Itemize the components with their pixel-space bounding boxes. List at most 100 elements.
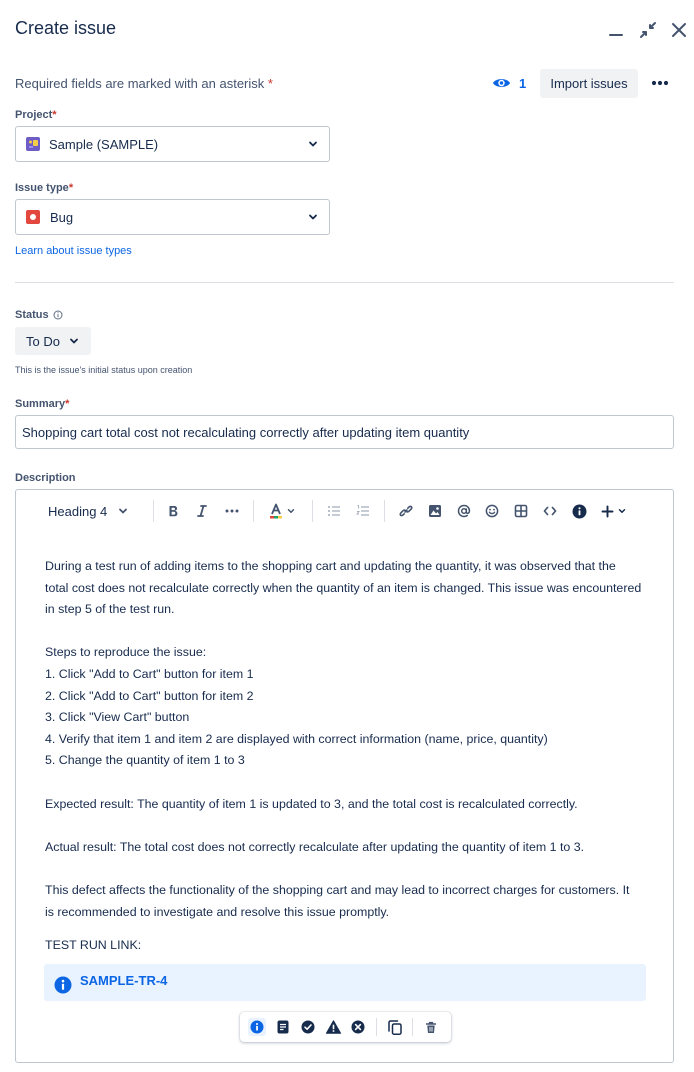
required-asterisk: * (65, 398, 70, 410)
note-icon (277, 1020, 289, 1034)
description-body[interactable]: During a test run of adding items to the… (45, 556, 657, 957)
emoji-icon (485, 504, 499, 518)
more-icon (651, 80, 669, 86)
required-asterisk: * (267, 76, 273, 91)
panel-info-button[interactable] (248, 1018, 266, 1036)
mention-button[interactable] (454, 501, 474, 521)
info-panel[interactable]: SAMPLE-TR-4 (44, 964, 646, 1001)
italic-button[interactable] (192, 501, 212, 521)
panel-note-button[interactable] (274, 1018, 292, 1036)
description-line: During a test run of adding items to the… (45, 559, 616, 573)
close-button[interactable] (668, 19, 690, 41)
panel-success-button[interactable] (299, 1018, 317, 1036)
toolbar-separator (253, 500, 254, 522)
bullet-list-icon (328, 506, 340, 516)
chevron-down-icon (309, 141, 317, 147)
info-panel-button[interactable] (569, 501, 589, 521)
issue-type-value: Bug (50, 209, 74, 225)
text-style-value: Heading 4 (48, 503, 108, 519)
editor-toolbar: Heading 4 (16, 490, 673, 532)
toolbar-separator (412, 1018, 413, 1036)
trash-icon (426, 1021, 436, 1033)
text-style-dropdown[interactable]: Heading 4 (48, 501, 134, 521)
description-line: 4. Verify that item 1 and item 2 are dis… (45, 731, 548, 746)
description-label: Description (15, 472, 76, 484)
bold-button[interactable] (163, 501, 183, 521)
chevron-down-icon (309, 214, 317, 220)
more-actions-button[interactable] (648, 72, 672, 94)
chevron-down-icon (287, 509, 294, 513)
image-icon (429, 505, 441, 517)
info-icon (250, 1020, 264, 1034)
minimize-button[interactable] (605, 20, 627, 42)
more-formatting-button[interactable] (221, 501, 243, 521)
numbered-list-icon (356, 505, 369, 516)
numbered-list-button[interactable] (353, 501, 373, 521)
chevron-down-icon (618, 509, 626, 513)
emoji-button[interactable] (482, 501, 502, 521)
link-button[interactable] (396, 501, 416, 521)
text-color-icon (269, 503, 282, 519)
issue-type-select[interactable]: Bug (15, 199, 330, 235)
text-color-button[interactable] (267, 501, 297, 521)
summary-label: Summary* (15, 398, 69, 410)
code-icon (543, 506, 557, 516)
italic-icon (197, 505, 207, 517)
required-note-text: Required fields are marked with an aster… (15, 76, 265, 91)
toolbar-separator (376, 1018, 377, 1036)
project-label-text: Project (15, 109, 53, 121)
insert-more-button[interactable] (600, 501, 628, 521)
project-label: Project* (15, 109, 57, 121)
status-dropdown[interactable]: To Do (15, 327, 91, 355)
required-asterisk: * (52, 109, 57, 121)
toolbar-separator (153, 500, 154, 522)
delete-button[interactable] (422, 1018, 440, 1036)
code-block-button[interactable] (540, 501, 560, 521)
description-line: 1. Click "Add to Cart" button for item 1 (45, 666, 254, 681)
description-line: Actual result: The total cost does not c… (45, 839, 585, 854)
project-avatar-icon (26, 137, 40, 151)
test-run-label: TEST RUN LINK: (45, 938, 142, 953)
status-value: To Do (26, 333, 60, 349)
image-button[interactable] (425, 501, 445, 521)
bold-icon (169, 506, 178, 517)
description-line: total cost does not recalculate correctl… (45, 580, 642, 595)
table-button[interactable] (511, 501, 531, 521)
issue-type-label: Issue type* (15, 182, 73, 194)
status-label: Status (15, 309, 63, 321)
description-line: This defect affects the functionality of… (45, 882, 630, 897)
summary-label-text: Summary (15, 398, 66, 410)
required-asterisk: * (68, 182, 74, 194)
info-icon[interactable] (53, 310, 63, 320)
section-divider (15, 282, 674, 283)
project-select[interactable]: Sample (SAMPLE) (15, 126, 330, 162)
description-editor[interactable]: Heading 4 During a test run of adding it… (15, 489, 674, 1063)
check-circle-icon (301, 1020, 315, 1034)
panel-warning-button[interactable] (324, 1018, 342, 1036)
error-icon (351, 1020, 365, 1034)
issue-type-label-text: Issue type (15, 182, 69, 194)
description-line: 2. Click "Add to Cart" button for item 2 (45, 688, 254, 703)
dialog-title: Create issue (15, 18, 117, 38)
link-icon (399, 505, 413, 517)
panel-error-button[interactable] (349, 1018, 367, 1036)
collapse-button[interactable] (637, 19, 659, 41)
test-run-link[interactable]: SAMPLE-TR-4 (80, 973, 167, 988)
description-blank-line (45, 621, 657, 643)
toolbar-separator (312, 500, 313, 522)
description-line: Steps to reproduce the issue: (45, 645, 207, 660)
copy-button[interactable] (386, 1018, 404, 1036)
learn-issue-types-link[interactable]: Learn about issue types (15, 245, 132, 257)
table-icon (514, 504, 528, 518)
summary-input[interactable]: Shopping cart total cost not recalculati… (15, 415, 674, 449)
watcher-count: 1 (519, 75, 527, 91)
collapse-icon (640, 22, 656, 38)
required-fields-note: Required fields are marked with an aster… (15, 76, 273, 91)
watch-button[interactable]: 1 (492, 73, 526, 93)
description-blank-line (45, 772, 657, 794)
plus-icon (601, 505, 614, 517)
info-icon (54, 976, 72, 994)
import-issues-button[interactable]: Import issues (540, 69, 638, 98)
bullet-list-button[interactable] (324, 501, 344, 521)
minimize-icon (609, 34, 623, 36)
